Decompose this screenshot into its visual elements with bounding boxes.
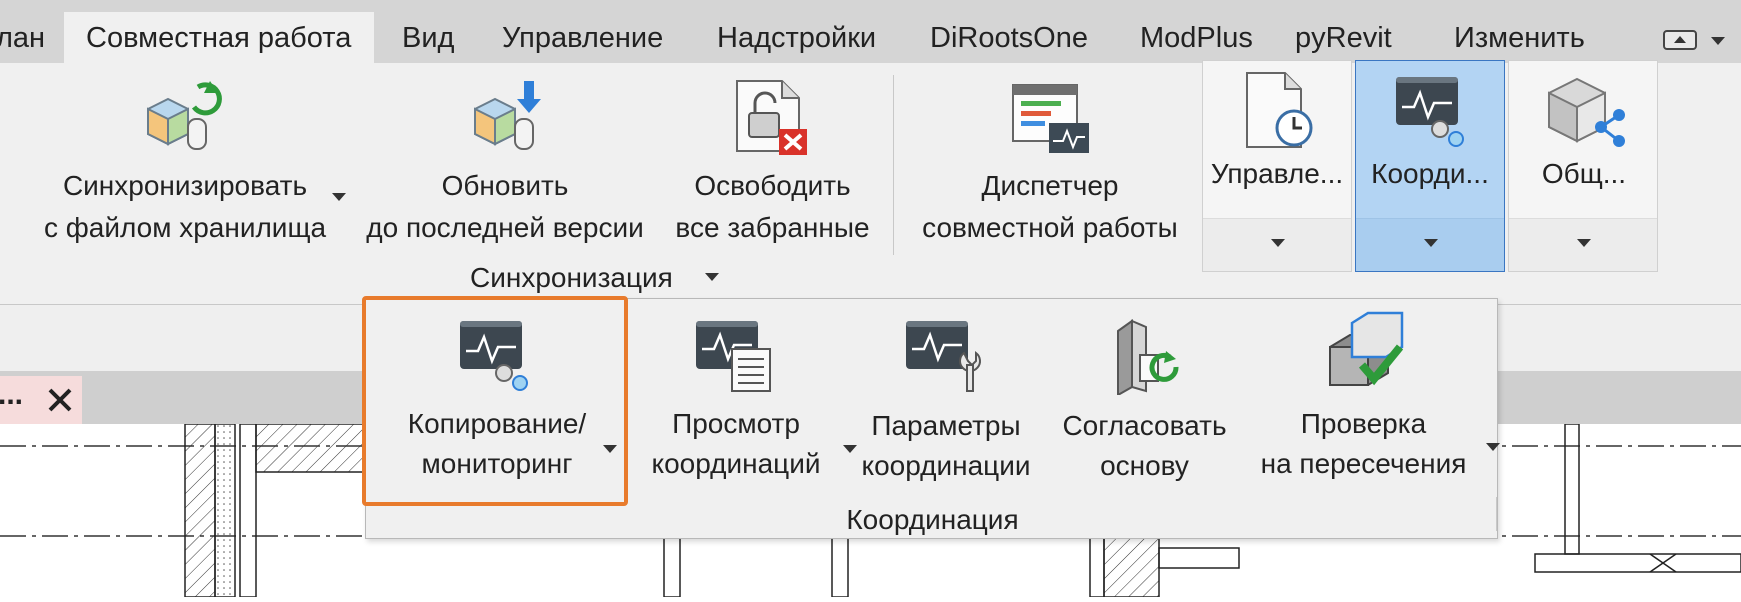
coordination-review-label-line1: Просмотр — [672, 408, 800, 439]
minimize-ribbon-icon[interactable] — [1663, 30, 1697, 50]
synchronize-label-line2: с файлом хранилища — [43, 212, 327, 243]
share-cube-icon — [1548, 77, 1625, 147]
synchronize-icon — [147, 81, 222, 150]
coordination-settings-label-line1: Параметры — [871, 410, 1021, 441]
tab-pyrevit[interactable]: pyRevit — [1295, 22, 1392, 55]
tab-modify[interactable]: Изменить — [1454, 22, 1585, 55]
synchronize-dropdown-icon[interactable] — [332, 193, 346, 201]
reconcile-hosting-icon — [1117, 319, 1179, 395]
worksharing-manager-icon — [1012, 84, 1089, 153]
panel-divider — [893, 75, 894, 255]
view-tab[interactable]: ... — [0, 376, 82, 424]
worksharing-manager-button[interactable]: Диспетчер совместной работы — [905, 71, 1195, 263]
interference-check-label-line1: Проверка — [1300, 408, 1427, 439]
tab-view[interactable]: Вид — [402, 22, 454, 55]
tab-dirootsone[interactable]: DiRootsOne — [930, 22, 1088, 55]
coordination-settings-button[interactable]: Параметры координации — [846, 307, 1046, 503]
tab-addins[interactable]: Надстройки — [717, 22, 876, 55]
sync-panel-label[interactable]: Синхронизация — [470, 257, 673, 299]
reconcile-hosting-label-line2: основу — [1100, 450, 1189, 481]
manage-worksets-button[interactable]: Управле... — [1202, 60, 1352, 272]
coordination-settings-label-line2: координации — [861, 450, 1031, 481]
interference-check-button[interactable]: Проверка на пересечения — [1246, 307, 1500, 503]
view-tab-label: ... — [0, 378, 24, 411]
share-button[interactable]: Общ... — [1508, 60, 1658, 272]
coordination-review-label-line2: координаций — [651, 448, 821, 479]
manage-history-icon — [1246, 72, 1313, 148]
worksharing-label-line2: совместной работы — [922, 212, 1178, 243]
highlight-frame — [362, 296, 628, 506]
worksharing-label-line1: Диспетчер — [981, 170, 1119, 201]
relinquish-all-button[interactable]: Освободить все забранные — [665, 71, 880, 263]
relinquish-all-icon — [736, 80, 807, 155]
reconcile-hosting-button[interactable]: Согласовать основу — [1052, 307, 1237, 503]
coordination-review-icon — [696, 321, 771, 392]
reconcile-hosting-label-line1: Согласовать — [1062, 410, 1227, 441]
tab-manage[interactable]: Управление — [502, 22, 663, 55]
synchronize-label-line1: Синхронизировать — [62, 170, 308, 201]
relinquish-label-line1: Освободить — [694, 170, 851, 201]
coordination-settings-icon — [906, 321, 981, 392]
reload-label-line1: Обновить — [441, 170, 569, 201]
reload-latest-icon — [474, 81, 541, 150]
synchronize-button[interactable]: Синхронизировать с файлом хранилища — [20, 71, 350, 263]
coordination-review-button[interactable]: Просмотр координаций — [636, 307, 857, 503]
manage-dropdown-icon[interactable] — [1271, 239, 1285, 247]
ribbon-panel-area: Синхронизировать с файлом хранилища Обно… — [0, 60, 1741, 305]
reload-latest-button[interactable]: Обновить до последней версии — [355, 71, 655, 263]
coordinate-monitor-icon — [1396, 77, 1464, 147]
interference-check-label-line2: на пересечения — [1260, 448, 1467, 479]
relinquish-label-line2: все забранные — [675, 212, 870, 243]
ribbon-tab-bar: лан Совместная работа Вид Управление Над… — [0, 0, 1741, 63]
sync-panel-expand-icon[interactable] — [705, 273, 719, 281]
coordinate-dropdown-icon[interactable] — [1424, 239, 1438, 247]
tab-modplus[interactable]: ModPlus — [1140, 22, 1253, 55]
share-dropdown-icon[interactable] — [1577, 239, 1591, 247]
coordinate-label: Коорди... — [1371, 158, 1489, 189]
interference-check-dropdown-icon[interactable] — [1486, 443, 1500, 451]
reload-label-line2: до последней версии — [366, 212, 644, 243]
tab-plan[interactable]: лан — [0, 22, 45, 55]
interference-check-icon — [1329, 311, 1404, 386]
tab-collaborate[interactable]: Совместная работа — [64, 12, 374, 63]
close-icon[interactable] — [46, 386, 74, 414]
share-label: Общ... — [1541, 158, 1627, 189]
manage-label: Управле... — [1210, 158, 1344, 189]
coordinate-button[interactable]: Коорди... — [1355, 60, 1505, 272]
panel-resize-edge — [1496, 497, 1497, 531]
ribbon-options-chevron-icon[interactable] — [1711, 37, 1725, 45]
